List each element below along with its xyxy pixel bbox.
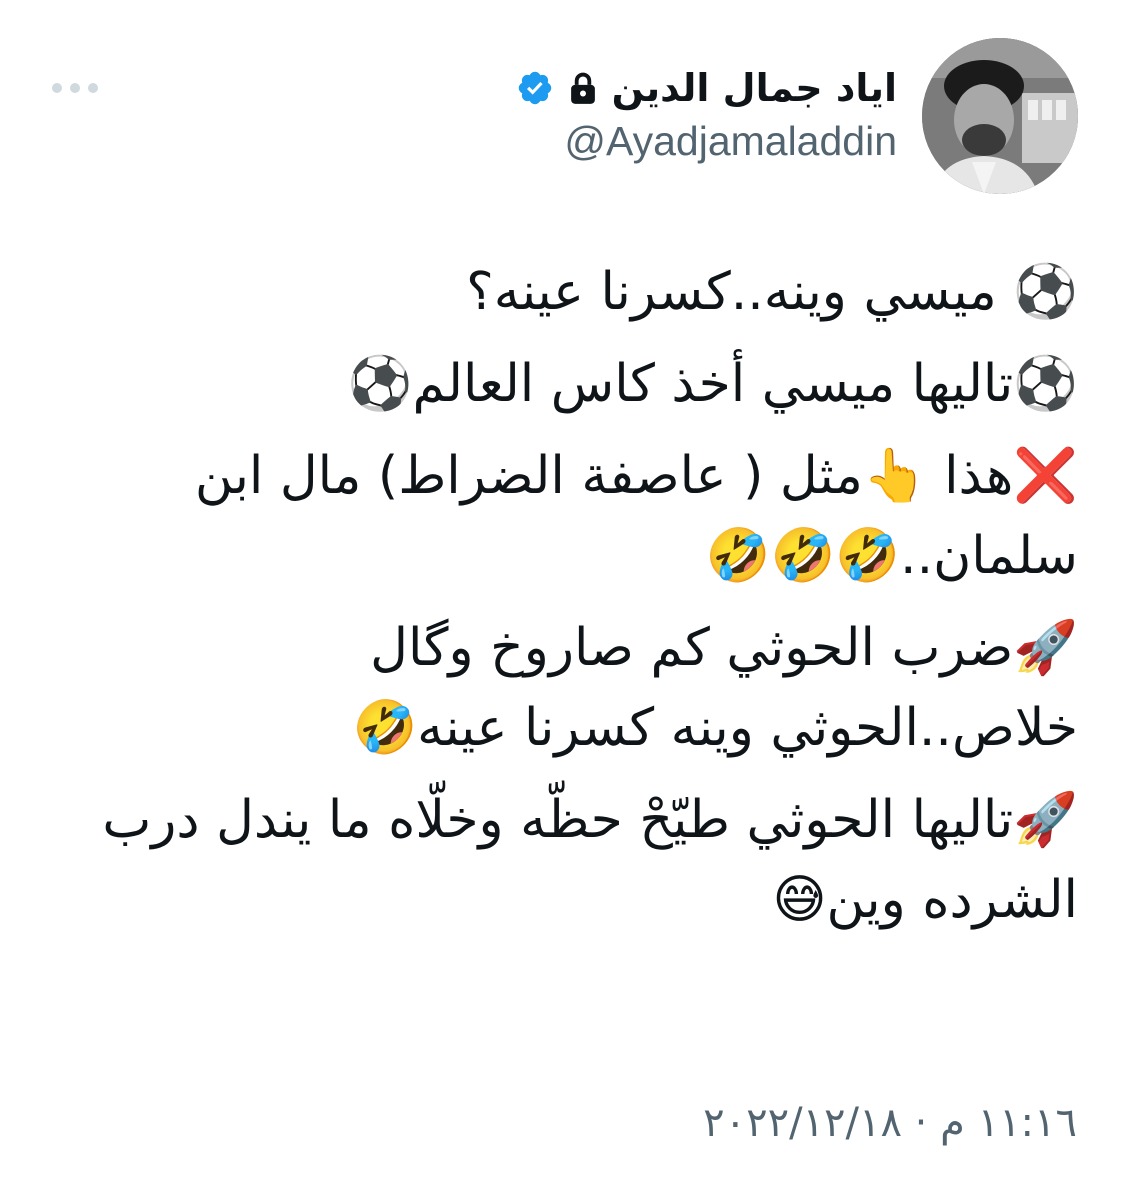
author-name-row[interactable]: اياد جمال الدين — [516, 58, 897, 118]
tweet-paragraph: ⚽️تاليها ميسي أخذ كاس العالم⚽️ — [347, 354, 1078, 414]
tweet-card: اياد جمال الدين @Ayadjamaladdin ⚽️ ميسي … — [0, 0, 1125, 1177]
more-dot — [88, 83, 98, 93]
more-dot — [70, 83, 80, 93]
author-display-name[interactable]: اياد جمال الدين — [612, 66, 897, 110]
tweet-text: ⚽️ ميسي وينه..كسرنا عينه؟ ⚽️تاليها ميسي … — [100, 252, 1078, 952]
tweet-timestamp[interactable]: ١١:١٦ م · ٢٠٢٢/١٢/١٨ — [703, 1100, 1077, 1146]
tweet-paragraph: ❌هذا 👆مثل ( عاصفة الضراط) مال ابن سلمان.… — [178, 446, 1078, 586]
more-dot — [52, 83, 62, 93]
author-avatar[interactable] — [922, 38, 1078, 194]
author-handle[interactable]: @Ayadjamaladdin — [564, 118, 897, 165]
tweet-paragraph: 🚀ضرب الحوثي كم صاروخ وگال خلاص..الحوثي و… — [352, 618, 1078, 758]
profile-photo-icon — [922, 38, 1078, 194]
tweet-paragraph: 🚀تاليها الحوثي طيّحْ حظّه وخلّاه ما يندل… — [85, 790, 1078, 930]
tweet-paragraph: ⚽️ ميسي وينه..كسرنا عينه؟ — [466, 262, 1078, 322]
more-options-button[interactable] — [52, 78, 98, 98]
verified-badge-icon — [518, 71, 551, 105]
lock-icon — [570, 72, 595, 104]
